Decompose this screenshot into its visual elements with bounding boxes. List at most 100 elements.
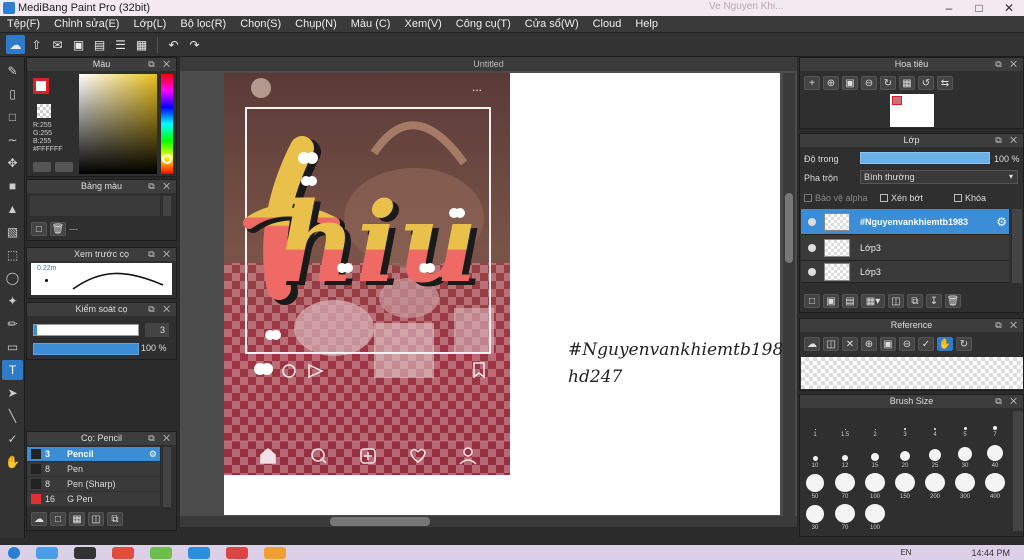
- menu-layer[interactable]: Lớp(L): [126, 18, 173, 30]
- brush-size-option[interactable]: 100: [862, 473, 888, 500]
- app-icon[interactable]: [226, 546, 248, 559]
- close-icon[interactable]: ✕: [994, 0, 1024, 16]
- add-brush-icon[interactable]: ▦: [69, 512, 85, 526]
- brush-size-option[interactable]: 1: [802, 411, 828, 438]
- magic-wand-tool-icon[interactable]: ✦: [2, 291, 23, 311]
- layer-row[interactable]: #Nguyenvankhiemtb1983 ⚙: [801, 209, 1009, 235]
- panel-controls-icon[interactable]: ⧉ ✕: [995, 58, 1020, 71]
- chrome-icon[interactable]: [112, 546, 134, 559]
- delete-layer-icon[interactable]: 🗑: [945, 294, 961, 308]
- flip-icon[interactable]: ⇆: [937, 76, 953, 90]
- checkbox[interactable]: [804, 194, 812, 202]
- cloud-icon[interactable]: ☁: [804, 337, 820, 351]
- horizontal-scrollbar[interactable]: [180, 516, 797, 527]
- maximize-icon[interactable]: □: [964, 0, 994, 16]
- minimize-icon[interactable]: –: [934, 0, 964, 16]
- hand-tool-icon[interactable]: ✋: [2, 452, 23, 472]
- brush-size-option[interactable]: 70: [832, 473, 858, 500]
- canvas-artwork[interactable]: ... hiu hiu: [224, 73, 510, 475]
- start-button-icon[interactable]: [8, 546, 20, 559]
- language-indicator[interactable]: EN: [900, 548, 911, 557]
- brush-size-option[interactable]: 25: [922, 442, 948, 469]
- layer-opacity-slider[interactable]: [860, 152, 990, 164]
- layer-folder-icon[interactable]: ◫: [888, 294, 904, 308]
- bucket-tool-icon[interactable]: ▲: [2, 199, 23, 219]
- new-halftone-layer-icon[interactable]: ▣: [823, 294, 839, 308]
- checkbox[interactable]: [880, 194, 888, 202]
- brush-list-item[interactable]: 8 Pen (Sharp): [27, 477, 160, 491]
- select-rect-tool-icon[interactable]: ⬚: [2, 245, 23, 265]
- background-color-swatch[interactable]: [37, 104, 51, 118]
- folder-icon[interactable]: ◫: [88, 512, 104, 526]
- panel-controls-icon[interactable]: ⧉ ✕: [995, 134, 1020, 147]
- fit-icon[interactable]: ▣: [880, 337, 896, 351]
- grid-icon[interactable]: ▦: [132, 35, 151, 54]
- brush-size-option[interactable]: 12: [832, 442, 858, 469]
- layer-list-scrollbar[interactable]: [1012, 209, 1022, 283]
- clipping-toggle[interactable]: Xén bớt: [880, 193, 923, 203]
- eyedropper-icon[interactable]: ✓: [918, 337, 934, 351]
- panel-controls-icon[interactable]: ⧉ ✕: [148, 303, 173, 316]
- app-icon[interactable]: [74, 546, 96, 559]
- brush-size-option[interactable]: 200: [922, 473, 948, 500]
- panel-controls-icon[interactable]: ⧉ ✕: [148, 432, 173, 445]
- select-pen-tool-icon[interactable]: ✏: [2, 314, 23, 334]
- cloud-brush-icon[interactable]: ☁: [31, 512, 47, 526]
- reset-view-icon[interactable]: ▦: [899, 76, 915, 90]
- new-1bit-layer-icon[interactable]: ▤: [842, 294, 858, 308]
- hand-icon[interactable]: ✋: [937, 337, 953, 351]
- brush-size-option[interactable]: 20: [892, 442, 918, 469]
- new-brush-icon[interactable]: □: [50, 512, 66, 526]
- hue-handle[interactable]: [162, 154, 172, 164]
- menu-filter[interactable]: Bộ lọc(R): [173, 18, 233, 30]
- brush-size-option[interactable]: 4: [922, 411, 948, 438]
- cloud-icon[interactable]: ☁: [6, 35, 25, 54]
- lasso-tool-icon[interactable]: ◯: [2, 268, 23, 288]
- brush-size-option[interactable]: 30: [952, 442, 978, 469]
- brush-size-option[interactable]: 2: [862, 411, 888, 438]
- zoom-out-icon[interactable]: ⊖: [899, 337, 915, 351]
- zoom-in-alt-icon[interactable]: ⊕: [823, 76, 839, 90]
- layer-row[interactable]: Lớp3: [801, 235, 1009, 261]
- saturation-value-picker[interactable]: [79, 74, 157, 174]
- select-eraser-tool-icon[interactable]: ▭: [2, 337, 23, 357]
- brush-size-option[interactable]: 3: [892, 411, 918, 438]
- brush-size-option[interactable]: 50: [802, 473, 828, 500]
- visibility-eye-icon[interactable]: [808, 243, 816, 252]
- redo-icon[interactable]: ↷: [185, 35, 204, 54]
- panel-controls-icon[interactable]: ⧉ ✕: [148, 248, 173, 261]
- upload-icon[interactable]: ⇧: [27, 35, 46, 54]
- copy-brush-icon[interactable]: ⧉: [107, 512, 123, 526]
- scroll-thumb[interactable]: [330, 517, 430, 526]
- navigator-thumbnail[interactable]: [890, 94, 934, 127]
- brush-size-option[interactable]: 10: [802, 442, 828, 469]
- brush-size-option[interactable]: 7: [982, 411, 1008, 438]
- color-mode-button[interactable]: [33, 162, 51, 172]
- blend-mode-select[interactable]: Bình thường ▾: [860, 170, 1018, 184]
- merge-down-icon[interactable]: ↧: [926, 294, 942, 308]
- app-icon[interactable]: [150, 546, 172, 559]
- brush-size-value[interactable]: 3: [145, 323, 169, 337]
- rotate-icon[interactable]: ↻: [956, 337, 972, 351]
- fill-rect-tool-icon[interactable]: ■: [2, 176, 23, 196]
- menu-window[interactable]: Cửa sổ(W): [518, 18, 586, 30]
- brush-size-option[interactable]: 150: [892, 473, 918, 500]
- brush-size-option[interactable]: 100: [862, 504, 888, 531]
- zoom-out-icon[interactable]: ⊖: [861, 76, 877, 90]
- palette-scrollbar[interactable]: [163, 196, 171, 216]
- brush-list-item[interactable]: 8 Pen: [27, 462, 160, 476]
- medibang-icon[interactable]: [264, 546, 286, 559]
- brush-size-option[interactable]: 70: [832, 504, 858, 531]
- brush-size-option[interactable]: 40: [982, 442, 1008, 469]
- add-layer-menu-icon[interactable]: ▦▾: [861, 294, 885, 308]
- gear-icon[interactable]: ⚙: [149, 449, 157, 460]
- clock[interactable]: 14:44 PM: [971, 548, 1010, 558]
- doc-icon[interactable]: ▤: [90, 35, 109, 54]
- eraser-tool-icon[interactable]: ▯: [2, 84, 23, 104]
- brush-size-option[interactable]: 400: [982, 473, 1008, 500]
- color-swap-button[interactable]: [55, 162, 73, 172]
- brush-size-option[interactable]: 15: [862, 442, 888, 469]
- menu-file[interactable]: Tệp(F): [0, 18, 47, 30]
- brush-size-option[interactable]: 30: [802, 504, 828, 531]
- list-doc-icon[interactable]: ☰: [111, 35, 130, 54]
